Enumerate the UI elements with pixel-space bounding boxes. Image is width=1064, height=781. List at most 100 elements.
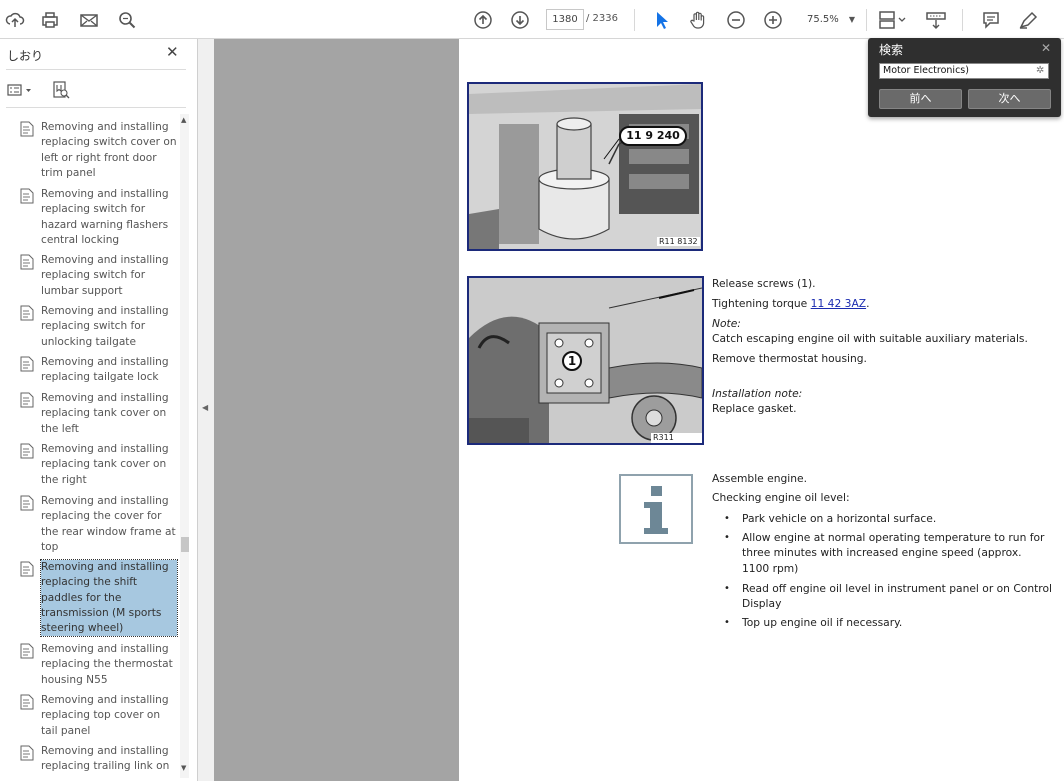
engine-illustration: [469, 84, 701, 249]
bookmark-label: Removing and installing replacing the sh…: [40, 558, 178, 638]
toolbar-divider: [962, 9, 963, 31]
search-icon[interactable]: [113, 0, 141, 39]
bookmark-item[interactable]: Removing and installing replacing the co…: [20, 494, 180, 555]
chevron-down-icon: ▼: [848, 15, 855, 24]
next-page-icon[interactable]: [506, 0, 534, 39]
highlight-icon[interactable]: [1014, 0, 1042, 39]
figure-callout-label: 11 9 240: [619, 126, 687, 146]
select-cursor-icon[interactable]: [647, 0, 675, 39]
scrollbar-thumb[interactable]: [181, 537, 189, 552]
bookmark-item[interactable]: Removing and installing replacing top co…: [20, 693, 180, 739]
bookmarks-title: しおり: [7, 49, 44, 63]
list-item: • Read off engine oil level in instrument…: [724, 582, 1052, 611]
divider: [6, 107, 186, 108]
zoom-out-icon[interactable]: [722, 0, 750, 39]
bookmark-item[interactable]: Removing and installing replacing switch…: [20, 253, 180, 299]
installation-note-text: Replace gasket.: [712, 402, 797, 415]
bookmark-item[interactable]: Removing and installing replacing switch…: [20, 120, 180, 181]
close-icon[interactable]: ✕: [166, 45, 179, 60]
upload-icon[interactable]: [1, 0, 29, 39]
step-remove-thermostat: Remove thermostat housing.: [712, 352, 867, 365]
bookmark-label: Removing and installing replacing switch…: [41, 305, 169, 348]
page-number-input[interactable]: 1380: [546, 9, 584, 30]
print-icon[interactable]: [36, 0, 64, 39]
torque-spec-link[interactable]: 11 42 3AZ: [811, 297, 866, 310]
list-item: • Park vehicle on a horizontal surface.: [724, 512, 937, 525]
bookmark-item[interactable]: Removing and installing replacing switch…: [20, 304, 180, 350]
hand-icon[interactable]: [684, 0, 712, 39]
page-total: / 2336: [586, 13, 618, 24]
bookmark-page-icon: [20, 495, 36, 555]
bookmark-scrollbar[interactable]: [180, 114, 189, 778]
prev-page-icon[interactable]: [469, 0, 497, 39]
bookmark-options-button[interactable]: [7, 81, 33, 99]
find-next-button[interactable]: 次へ: [968, 89, 1051, 109]
find-input[interactable]: Motor Electronics): [879, 63, 1049, 79]
scroll-mode-icon[interactable]: [922, 0, 950, 39]
bookmark-page-icon: [20, 254, 36, 299]
bookmark-page-icon: [20, 561, 36, 636]
bookmark-label: Removing and installing replacing switch…: [41, 121, 177, 179]
bookmark-label: Removing and installing replacing switch…: [41, 188, 169, 246]
bookmark-label: Removing and installing replacing tank c…: [41, 443, 169, 486]
list-item: • Top up engine oil if necessary.: [724, 616, 903, 629]
zoom-value: 75.5%: [807, 14, 839, 25]
scroll-down-icon[interactable]: ▼: [181, 764, 186, 772]
close-icon[interactable]: ✕: [1041, 41, 1051, 55]
installation-note-label: Installation note:: [712, 387, 803, 400]
bookmark-label: Removing and installing replacing top co…: [41, 694, 169, 737]
bookmark-label: Removing and installing replacing traili…: [41, 745, 170, 773]
toolbar-divider: [634, 9, 635, 31]
figure-code: R311 10157: [651, 433, 702, 443]
bookmark-item[interactable]: Removing and installing replacing switch…: [20, 187, 180, 248]
tightening-label: Tightening torque: [712, 297, 811, 310]
figure-callout-label: 1: [562, 351, 582, 371]
bullet-icon: •: [724, 513, 730, 524]
bookmark-page-icon: [20, 745, 36, 775]
bookmark-page-icon: [20, 643, 36, 688]
figure-oil-filter-tool: 11 9 240 R11 8132: [467, 82, 703, 251]
bookmark-label: Removing and installing replacing the co…: [41, 495, 176, 553]
bookmark-label: Removing and installing replacing tailga…: [41, 356, 169, 384]
scroll-up-icon[interactable]: ▲: [181, 116, 186, 124]
bookmark-label: Removing and installing replacing the th…: [41, 643, 173, 686]
info-icon: [619, 474, 693, 544]
step-release-screws: Release screws (1).: [712, 277, 816, 290]
step-check-oil: Checking engine oil level:: [712, 491, 850, 504]
bookmark-item[interactable]: Removing and installing replacing tank c…: [20, 442, 180, 488]
tightening-suffix: .: [866, 297, 870, 310]
panel-collapse-handle[interactable]: ◀: [198, 39, 214, 781]
bookmark-item[interactable]: Removing and installing replacing tank c…: [20, 391, 180, 437]
bookmark-page-icon: [20, 305, 36, 350]
bullet-icon: •: [724, 583, 730, 594]
bookmark-add-icon[interactable]: [52, 81, 70, 99]
find-title: 検索: [879, 43, 904, 57]
bookmark-item[interactable]: Removing and installing replacing traili…: [20, 744, 180, 775]
gear-icon[interactable]: ✲: [1036, 65, 1044, 76]
toolbar: 1380 / 2336 75.5% ▼: [0, 0, 1064, 39]
bookmark-label: Removing and installing replacing tank c…: [41, 392, 169, 435]
figure-code: R11 8132: [657, 237, 700, 246]
bookmark-page-icon: [20, 694, 36, 739]
zoom-in-icon[interactable]: [759, 0, 787, 39]
list-item: • Allow engine at normal operating temper…: [724, 531, 1045, 575]
bookmark-page-icon: [20, 356, 36, 386]
note-text: Catch escaping engine oil with suitable …: [712, 332, 1028, 345]
bookmark-list: Removing and installing replacing switch…: [0, 113, 180, 781]
bookmark-page-icon: [20, 121, 36, 181]
bookmark-page-icon: [20, 392, 36, 437]
find-prev-button[interactable]: 前へ: [879, 89, 962, 109]
note-label: Note:: [712, 317, 741, 330]
page-view-icon[interactable]: [877, 0, 909, 39]
find-panel: 検索 ✕ Motor Electronics) ✲ 前へ 次へ: [868, 38, 1061, 117]
toolbar-divider: [866, 9, 867, 31]
divider: [6, 69, 186, 70]
comment-icon[interactable]: [977, 0, 1005, 39]
bookmark-page-icon: [20, 188, 36, 248]
bookmark-item[interactable]: Removing and installing replacing the th…: [20, 642, 180, 688]
tightening-torque-line: Tightening torque 11 42 3AZ.: [712, 297, 870, 310]
mail-icon[interactable]: [75, 0, 103, 39]
bookmark-item-selected[interactable]: Removing and installing replacing the sh…: [20, 558, 180, 638]
zoom-select[interactable]: 75.5% ▼: [799, 9, 859, 30]
bookmark-item[interactable]: Removing and installing replacing tailga…: [20, 355, 180, 386]
